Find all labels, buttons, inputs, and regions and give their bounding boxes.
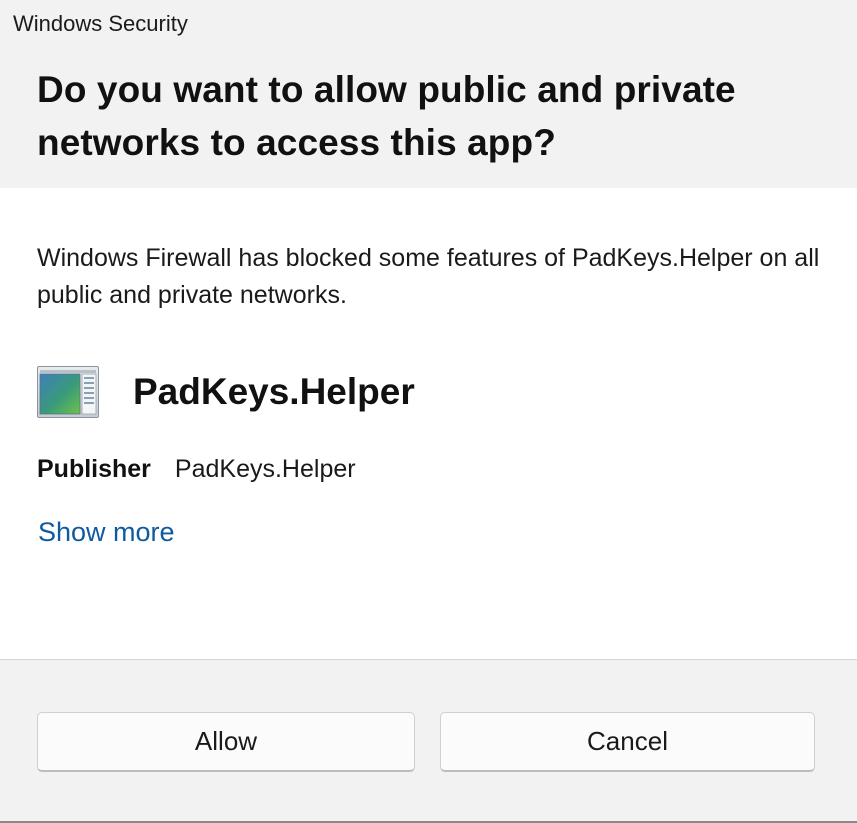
- allow-button[interactable]: Allow: [37, 712, 415, 772]
- dialog-question: Do you want to allow public and private …: [37, 69, 736, 163]
- windows-security-dialog: Windows Security Do you want to allow pu…: [0, 0, 857, 823]
- publisher-value: PadKeys.Helper: [174, 455, 356, 483]
- firewall-message: Windows Firewall has blocked some featur…: [37, 244, 820, 309]
- publisher-label: Publisher: [37, 455, 151, 483]
- dialog-footer: Allow Cancel: [0, 659, 857, 822]
- publisher-row: Publisher PadKeys.Helper: [37, 452, 356, 486]
- cancel-button[interactable]: Cancel: [440, 712, 815, 772]
- app-name: PadKeys.Helper: [133, 371, 415, 412]
- dialog-header: Windows Security Do you want to allow pu…: [0, 0, 857, 188]
- show-more-link[interactable]: Show more: [38, 514, 175, 550]
- app-window-icon: [37, 366, 99, 418]
- app-row: PadKeys.Helper: [37, 365, 415, 419]
- window-title: Windows Security: [13, 11, 188, 36]
